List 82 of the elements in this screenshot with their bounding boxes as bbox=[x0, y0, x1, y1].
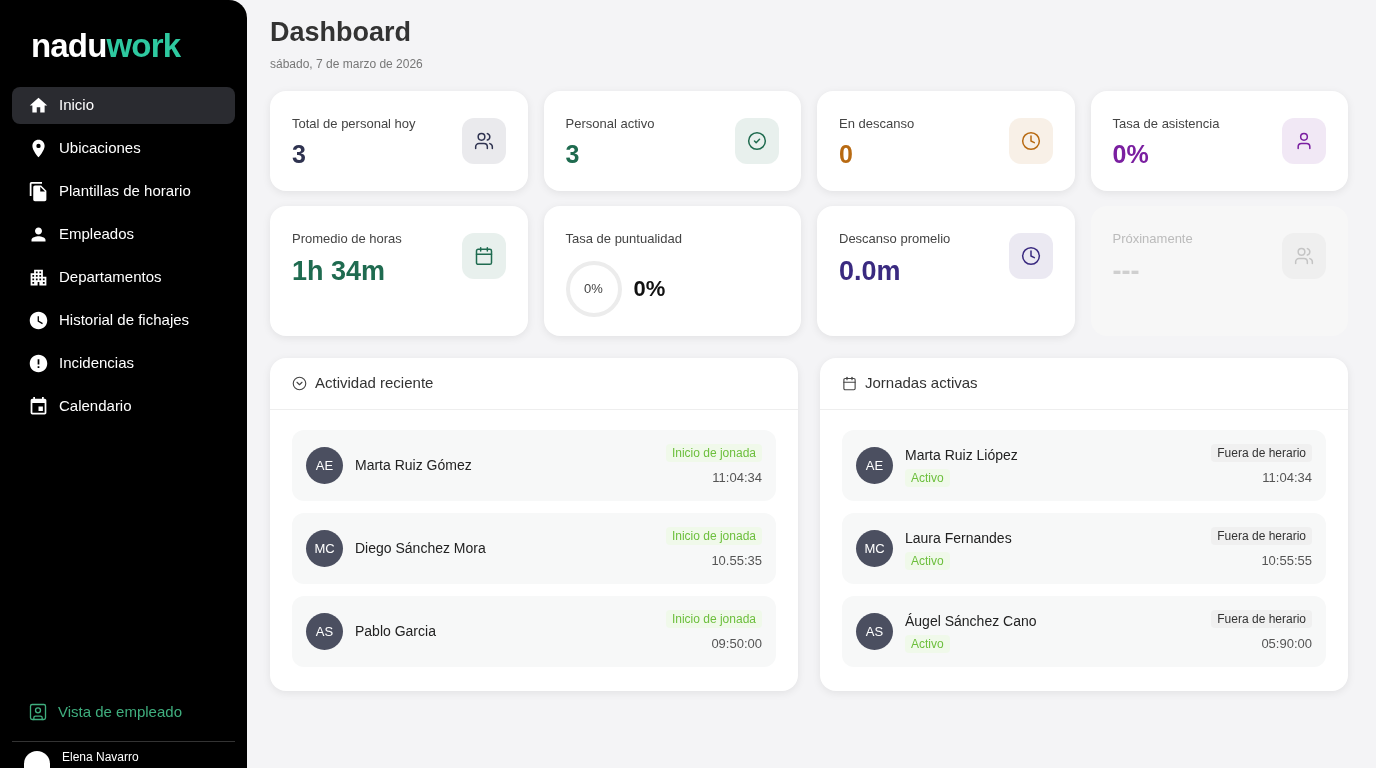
stat-value: --- bbox=[1112, 254, 1141, 288]
stat-value: 1h 34m bbox=[292, 254, 387, 288]
stat-value: 0 bbox=[839, 138, 854, 170]
stat-value: 3 bbox=[565, 138, 581, 170]
avatar: AS bbox=[856, 613, 893, 650]
shift-row[interactable]: AS Áugel Sánchez Cano Activo Fuera de herario 05:90:00 bbox=[842, 596, 1326, 667]
nav-item[interactable]: Inicio bbox=[12, 87, 235, 124]
documents-icon bbox=[28, 181, 49, 202]
event-tag: Inicio de jonada bbox=[665, 526, 762, 545]
date-text: sábado, 7 de marzo de 2026 bbox=[270, 56, 424, 73]
shift-row[interactable]: AE Marta Ruiz Liópez Activo Fuera de herario 11:04:34 bbox=[842, 430, 1326, 501]
stat-label: Próxinamente bbox=[1112, 230, 1193, 248]
stat-label: Personal activo bbox=[565, 115, 655, 133]
user-name: Elena Navarro bbox=[62, 749, 139, 766]
user-icon bbox=[1294, 131, 1314, 151]
shift-row[interactable]: MC Laura Fernandes Activo Fuera de herario 10:55:55 bbox=[842, 513, 1326, 584]
building-icon bbox=[28, 267, 49, 288]
activity-row[interactable]: AS Pablo Garcia Inicio de jonada 09:50:00 bbox=[292, 596, 776, 667]
panel-title: Jornadas activas bbox=[865, 373, 978, 394]
home-icon bbox=[28, 95, 49, 116]
panel-title: Actividad reciente bbox=[315, 373, 434, 394]
stat-label: Tasa de puntualidad bbox=[565, 230, 682, 248]
stat-value: 3 bbox=[292, 138, 307, 170]
event-time: 10.55:35 bbox=[711, 551, 762, 570]
nav-item[interactable]: Historial de fichajes bbox=[12, 302, 235, 339]
avatar: MC bbox=[306, 530, 343, 567]
nav-item[interactable]: Incidencias bbox=[12, 345, 235, 382]
employee-name: Pablo Garcia bbox=[355, 622, 437, 641]
page-title: Dashboard bbox=[270, 16, 413, 49]
stat-label: Total de personal hoy bbox=[292, 115, 416, 133]
employee-name: Áugel Sánchez Cano bbox=[905, 611, 1037, 631]
user-avatar bbox=[24, 751, 50, 768]
nav-item[interactable]: Ubicaciones bbox=[12, 130, 235, 167]
avatar: AE bbox=[306, 447, 343, 484]
employee-name: Marta Ruiz Liópez bbox=[905, 445, 1018, 465]
stat-value: 0.0m bbox=[839, 254, 902, 288]
stat-value: 0% bbox=[633, 275, 666, 303]
clock-icon bbox=[1020, 246, 1041, 266]
event-tag: Inicio de jonada bbox=[665, 609, 762, 628]
stat-label: Promedio de horas bbox=[292, 230, 402, 248]
nav-item[interactable]: Departamentos bbox=[12, 259, 235, 296]
stat-value: 0% bbox=[1112, 138, 1150, 170]
stat-label: Descanso promelio bbox=[839, 230, 951, 248]
profile-card-icon bbox=[28, 702, 48, 722]
event-time: 11:04:34 bbox=[712, 468, 762, 487]
calendar-icon bbox=[473, 246, 494, 266]
shift-time: 11:04:34 bbox=[1262, 468, 1312, 487]
logo: naduwork bbox=[31, 26, 182, 66]
activity-row[interactable]: MC Diego Sánchez Mora Inicio de jonada 10.55:35 bbox=[292, 513, 776, 584]
avatar: AS bbox=[306, 613, 343, 650]
calendar-icon bbox=[842, 376, 857, 391]
stat-label: En descanso bbox=[839, 115, 915, 133]
nav-item[interactable]: Plantillas de horario bbox=[12, 173, 235, 210]
calendar-icon bbox=[28, 396, 49, 417]
employee-name: Diego Sánchez Mora bbox=[355, 539, 487, 558]
avatar: AE bbox=[856, 447, 893, 484]
schedule-tag: Fuera de herario bbox=[1211, 609, 1312, 628]
status-tag: Activo bbox=[905, 468, 950, 487]
alert-icon bbox=[28, 353, 49, 374]
nav-item[interactable]: Calendario bbox=[12, 388, 235, 425]
users-icon bbox=[1294, 246, 1314, 266]
schedule-tag: Fuera de herario bbox=[1211, 443, 1312, 462]
event-tag: Inicio de jonada bbox=[665, 443, 762, 462]
users-icon bbox=[473, 131, 494, 151]
employee-view-link[interactable]: Vista de empleado bbox=[12, 697, 235, 727]
stat-label: Tasa de asistencia bbox=[1112, 115, 1220, 133]
employee-name: Marta Ruiz Gómez bbox=[355, 456, 473, 475]
event-time: 09:50:00 bbox=[711, 634, 762, 653]
shift-time: 10:55:55 bbox=[1261, 551, 1312, 570]
nav-item[interactable]: Empleados bbox=[12, 216, 235, 253]
status-tag: Activo bbox=[905, 551, 950, 570]
clock-icon bbox=[1020, 131, 1041, 151]
clock-icon bbox=[28, 310, 49, 331]
check-circle-icon bbox=[747, 131, 767, 151]
employee-name: Laura Fernandes bbox=[905, 528, 1012, 548]
schedule-tag: Fuera de herario bbox=[1211, 526, 1312, 545]
activity-row[interactable]: AE Marta Ruiz Gómez Inicio de jonada 11:04:34 bbox=[292, 430, 776, 501]
ring-value: 0% bbox=[584, 279, 603, 298]
status-tag: Activo bbox=[905, 634, 950, 653]
shift-time: 05:90:00 bbox=[1261, 634, 1312, 653]
chevron-circle-icon bbox=[292, 376, 307, 391]
avatar: MC bbox=[856, 530, 893, 567]
